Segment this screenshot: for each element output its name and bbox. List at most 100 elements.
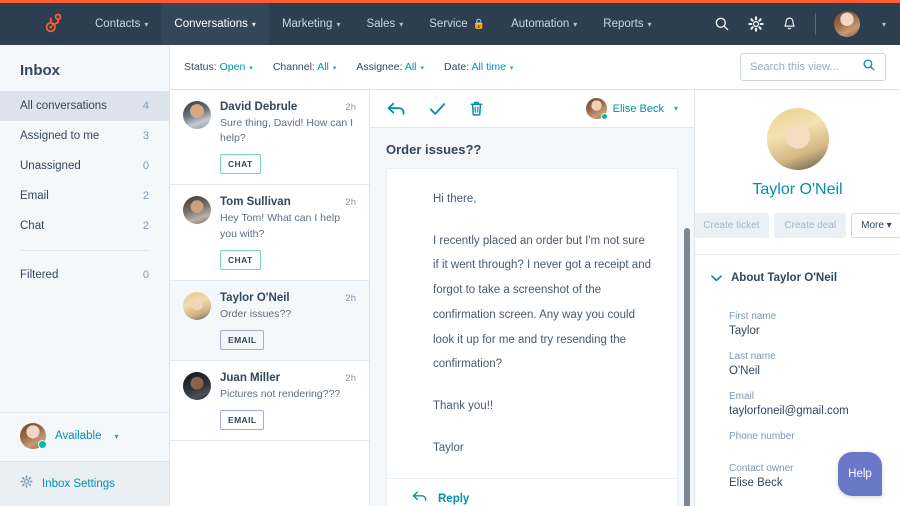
message-paragraph: Hi there, bbox=[433, 187, 653, 212]
conversation-name: David Debrule bbox=[220, 101, 341, 113]
conversation-list: David Debrule 2h Sure thing, David! How … bbox=[170, 90, 370, 506]
search-icon[interactable] bbox=[714, 16, 730, 32]
check-icon[interactable] bbox=[428, 101, 447, 117]
field-value[interactable]: taylorfoneil@gmail.com bbox=[729, 405, 884, 417]
create-deal-button[interactable]: Create deal bbox=[774, 213, 846, 238]
conversation-time: 2h bbox=[345, 102, 356, 113]
field-value[interactable]: Taylor bbox=[729, 325, 884, 337]
nav-label: Service bbox=[429, 18, 467, 30]
filter-value[interactable]: All▾ bbox=[317, 61, 336, 73]
sidebar-item-count: 0 bbox=[143, 160, 149, 172]
chevron-down-icon: ▾ bbox=[114, 432, 118, 441]
sidebar-item-assigned-to-me[interactable]: Assigned to me 3 bbox=[0, 121, 169, 151]
filter-name: Date: bbox=[444, 61, 469, 73]
nav-label: Marketing bbox=[282, 18, 333, 30]
availability-label: Available bbox=[55, 430, 101, 442]
filter-status[interactable]: Status: Open▾ bbox=[184, 61, 253, 73]
about-section-toggle[interactable]: About Taylor O'Neil bbox=[695, 254, 900, 287]
conversation-header: Taylor O'Neil 2h bbox=[220, 292, 356, 304]
conversation-body: Taylor O'Neil 2h Order issues?? EMAIL bbox=[220, 292, 356, 350]
filter-name: Assignee: bbox=[356, 61, 402, 73]
filter-assignee[interactable]: Assignee: All▾ bbox=[356, 61, 424, 73]
gear-icon[interactable] bbox=[748, 16, 764, 32]
create-ticket-button[interactable]: Create ticket bbox=[695, 213, 769, 238]
nav-label: Contacts bbox=[95, 18, 140, 30]
conversation-list-item[interactable]: David Debrule 2h Sure thing, David! How … bbox=[170, 90, 369, 185]
bell-icon[interactable] bbox=[782, 16, 797, 32]
conversation-body: David Debrule 2h Sure thing, David! How … bbox=[220, 101, 356, 174]
reply-label: Reply bbox=[438, 493, 469, 505]
nav-divider bbox=[815, 13, 816, 35]
message-paragraph: Taylor bbox=[433, 436, 653, 461]
avatar bbox=[183, 292, 211, 320]
filter-value[interactable]: All time▾ bbox=[471, 61, 513, 73]
field-label: Email bbox=[729, 391, 884, 402]
sidebar-item-label: Chat bbox=[20, 220, 44, 232]
avatar bbox=[183, 196, 211, 224]
chevron-down-icon bbox=[711, 269, 722, 287]
avatar bbox=[183, 372, 211, 400]
nav-item-service[interactable]: Service 🔒 bbox=[416, 3, 498, 45]
chevron-down-icon: ▾ bbox=[510, 65, 514, 72]
sidebar-item-chat[interactable]: Chat 2 bbox=[0, 211, 169, 241]
nav-item-sales[interactable]: Sales ▾ bbox=[353, 3, 416, 45]
inbox-settings-button[interactable]: Inbox Settings bbox=[0, 461, 169, 506]
field-label: Phone number bbox=[729, 431, 884, 442]
sidebar-item-email[interactable]: Email 2 bbox=[0, 181, 169, 211]
sidebar-item-unassigned[interactable]: Unassigned 0 bbox=[0, 151, 169, 181]
nav-item-reports[interactable]: Reports ▾ bbox=[590, 3, 664, 45]
hubspot-sprocket-icon[interactable] bbox=[42, 13, 64, 35]
filter-value[interactable]: All▾ bbox=[405, 61, 424, 73]
search-icon[interactable] bbox=[862, 58, 876, 77]
trash-icon[interactable] bbox=[469, 100, 484, 117]
more-button[interactable]: More ▾ bbox=[851, 213, 900, 238]
reply-icon[interactable] bbox=[386, 101, 406, 117]
conversation-body: Juan Miller 2h Pictures not rendering???… bbox=[220, 372, 356, 430]
conversation-name: Taylor O'Neil bbox=[220, 292, 341, 304]
chevron-down-icon: ▾ bbox=[648, 20, 652, 29]
chevron-down-icon[interactable]: ▾ bbox=[882, 20, 886, 29]
search-view-box[interactable] bbox=[740, 53, 886, 81]
sidebar-spacer bbox=[0, 290, 169, 412]
search-input[interactable] bbox=[750, 61, 856, 73]
status-avatar-wrap bbox=[20, 423, 46, 449]
nav-item-conversations[interactable]: Conversations ▾ bbox=[161, 3, 269, 45]
conversation-list-item[interactable]: Juan Miller 2h Pictures not rendering???… bbox=[170, 361, 369, 441]
nav-item-contacts[interactable]: Contacts ▾ bbox=[82, 3, 161, 45]
help-button[interactable]: Help bbox=[838, 452, 882, 496]
conversation-list-item[interactable]: Tom Sullivan 2h Hey Tom! What can I help… bbox=[170, 185, 369, 280]
thread-scrollbar[interactable] bbox=[684, 228, 690, 506]
field-label: First name bbox=[729, 311, 884, 322]
conversation-header: Juan Miller 2h bbox=[220, 372, 356, 384]
filter-date[interactable]: Date: All time▾ bbox=[444, 61, 513, 73]
user-avatar[interactable] bbox=[834, 11, 860, 37]
nav-label: Conversations bbox=[174, 18, 248, 30]
thread-assignee[interactable]: Elise Beck ▾ bbox=[586, 98, 678, 119]
sidebar-item-all-conversations[interactable]: All conversations 4 bbox=[0, 91, 169, 121]
reply-button[interactable]: Reply bbox=[386, 479, 678, 506]
chevron-down-icon: ▾ bbox=[399, 20, 403, 29]
message-paragraph: I recently placed an order but I'm not s… bbox=[433, 229, 653, 377]
filter-channel[interactable]: Channel: All▾ bbox=[273, 61, 337, 73]
sidebar-title: Inbox bbox=[0, 45, 169, 91]
chevron-down-icon: ▾ bbox=[674, 104, 678, 113]
inbox-sidebar: Inbox All conversations 4 Assigned to me… bbox=[0, 45, 170, 506]
conversation-header: David Debrule 2h bbox=[220, 101, 356, 113]
sidebar-divider bbox=[20, 250, 149, 251]
main-content: Status: Open▾ Channel: All▾ Assignee: Al… bbox=[170, 45, 900, 506]
contact-header: Taylor O'Neil bbox=[695, 90, 900, 199]
conversation-name: Tom Sullivan bbox=[220, 196, 341, 208]
chevron-down-icon: ▾ bbox=[421, 65, 425, 72]
chevron-down-icon: ▾ bbox=[573, 20, 577, 29]
nav-item-marketing[interactable]: Marketing ▾ bbox=[269, 3, 354, 45]
conversation-header: Tom Sullivan 2h bbox=[220, 196, 356, 208]
field-value[interactable] bbox=[729, 445, 884, 449]
filter-value[interactable]: Open▾ bbox=[220, 61, 253, 73]
conversation-list-item-selected[interactable]: Taylor O'Neil 2h Order issues?? EMAIL bbox=[170, 281, 369, 361]
availability-status[interactable]: Available ▾ bbox=[0, 412, 169, 461]
nav-item-automation[interactable]: Automation ▾ bbox=[498, 3, 590, 45]
field-value[interactable]: O'Neil bbox=[729, 365, 884, 377]
sidebar-item-filtered[interactable]: Filtered 0 bbox=[0, 260, 169, 290]
gear-icon bbox=[20, 475, 33, 493]
reply-icon bbox=[411, 490, 428, 506]
